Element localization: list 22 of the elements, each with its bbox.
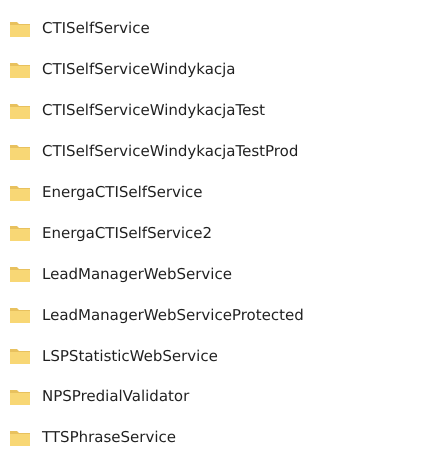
- folder-icon: [10, 20, 30, 37]
- folder-icon: [10, 60, 30, 78]
- folder-icon: [10, 224, 30, 242]
- folder-icon: [10, 428, 30, 446]
- folder-icon: [10, 388, 30, 405]
- folder-icon: [10, 347, 30, 364]
- folder-icon: [10, 265, 30, 282]
- folder-icon: [10, 306, 30, 324]
- folder-name[interactable]: EnergaCTISelfService2: [42, 224, 212, 242]
- folder-name[interactable]: CTISelfServiceWindykacjaTestProd: [42, 142, 298, 160]
- folder-name[interactable]: LSPStatisticWebService: [42, 346, 218, 365]
- folder-name[interactable]: NPSPredialValidator: [42, 387, 190, 406]
- folder-icon: [10, 142, 30, 160]
- folder-icon: [10, 184, 30, 200]
- folder-name[interactable]: CTISelfService: [42, 19, 150, 38]
- folder-icon: [10, 102, 30, 119]
- folder-name[interactable]: CTISelfServiceWindykacjaTest: [42, 101, 266, 120]
- folder-name[interactable]: EnergaCTISelfService: [42, 183, 203, 201]
- folder-name[interactable]: CTISelfServiceWindykacja: [42, 60, 236, 78]
- folder-name[interactable]: LeadManagerWebServiceProtected: [42, 306, 304, 324]
- folder-name[interactable]: LeadManagerWebService: [42, 264, 232, 283]
- folder-name[interactable]: TTSPhraseService: [42, 428, 176, 446]
